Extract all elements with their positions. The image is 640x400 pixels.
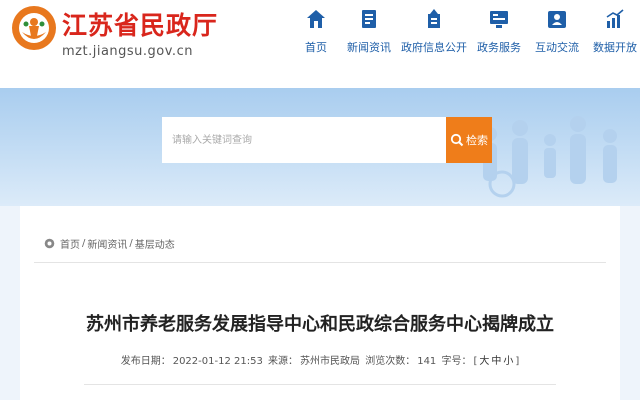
publish-date: 2022-01-12 21:53	[172, 356, 263, 367]
home-icon	[307, 10, 325, 28]
source: 苏州市民政局	[300, 356, 361, 367]
nav-item-interaction[interactable]: 互动交流	[528, 6, 586, 66]
search-button-label: 检索	[466, 134, 488, 147]
news-icon	[362, 10, 376, 28]
main-nav: 首页 新闻资讯 政府信息公开 政务服务 互动交流 数据开放	[292, 6, 640, 66]
article-meta: 发布日期： 2022-01-12 21:53 来源： 苏州市民政局 浏览次数： 141…	[20, 352, 620, 367]
breadcrumb-home[interactable]: 首页	[60, 236, 80, 251]
breadcrumb-local-news[interactable]: 基层动态	[135, 236, 175, 251]
nav-item-open-data[interactable]: 数据开放	[586, 6, 640, 66]
logo-title[interactable]: 江苏省民政厅	[62, 6, 218, 42]
nav-label: 新闻资讯	[347, 41, 391, 54]
nav-label: 数据开放	[593, 41, 637, 54]
nav-item-service[interactable]: 政务服务	[470, 6, 528, 66]
date-label: 发布日期：	[120, 356, 171, 367]
font-size-small[interactable]: 小	[503, 356, 513, 367]
search-button[interactable]: 检索	[446, 117, 492, 163]
service-icon	[490, 11, 508, 28]
logo-emblem-icon[interactable]	[12, 6, 56, 50]
location-icon	[44, 238, 55, 249]
divider	[84, 384, 556, 385]
interaction-icon	[548, 11, 566, 28]
breadcrumb-separator: /	[82, 238, 86, 249]
divider	[34, 262, 606, 263]
source-label: 来源：	[268, 356, 299, 367]
font-size-large[interactable]: 大	[479, 356, 489, 367]
font-size-label: 字号：	[441, 356, 472, 367]
nav-item-info-disclosure[interactable]: 政府信息公开	[398, 6, 470, 66]
font-size-open-bracket: [	[473, 356, 478, 367]
search-input[interactable]	[162, 117, 446, 163]
views-label: 浏览次数：	[365, 356, 416, 367]
site-header: 江苏省民政厅 mzt.jiangsu.gov.cn 首页 新闻资讯 政府信息公开…	[0, 0, 640, 88]
breadcrumb: 首页 / 新闻资讯 / 基层动态	[44, 236, 175, 251]
nav-label: 政府信息公开	[401, 41, 467, 54]
nav-label: 互动交流	[535, 41, 579, 54]
article-panel: 首页 / 新闻资讯 / 基层动态 苏州市养老服务发展指导中心和民政综合服务中心揭…	[20, 206, 620, 400]
nav-label: 政务服务	[477, 41, 521, 54]
nav-item-home[interactable]: 首页	[292, 6, 340, 66]
view-count: 141	[417, 356, 437, 367]
nav-item-news[interactable]: 新闻资讯	[340, 6, 398, 66]
nav-label: 首页	[305, 41, 327, 54]
logo-domain: mzt.jiangsu.gov.cn	[62, 44, 193, 59]
search-icon	[450, 133, 464, 147]
breadcrumb-news[interactable]: 新闻资讯	[87, 236, 127, 251]
article-title: 苏州市养老服务发展指导中心和民政综合服务中心揭牌成立	[86, 314, 554, 336]
font-size-medium[interactable]: 中	[491, 356, 501, 367]
font-size-close-bracket: ]	[515, 356, 520, 367]
info-disclosure-icon	[428, 9, 440, 28]
breadcrumb-separator: /	[129, 238, 133, 249]
data-chart-icon	[606, 9, 624, 28]
